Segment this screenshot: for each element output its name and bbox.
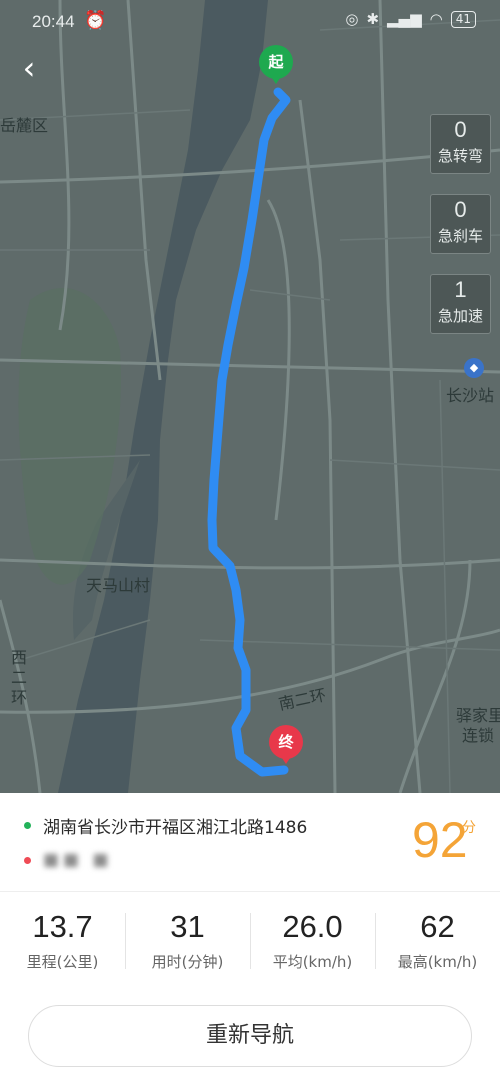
end-address: ■■ ■: [43, 850, 113, 870]
divider: [0, 891, 500, 892]
route-line: [207, 87, 291, 777]
status-time: 20:44: [32, 12, 75, 31]
alarm-icon: ⏰: [84, 10, 107, 31]
rapid-accel-count: 1: [454, 277, 467, 302]
metric-value: 26.0: [282, 909, 343, 944]
renavigate-button[interactable]: 重新导航: [28, 1005, 472, 1067]
station-icon: ◆: [464, 358, 484, 378]
status-icons: ◎ ✱ ▂▄▆ ◠ 41: [345, 10, 476, 28]
map-label-west-ring: 西二环: [10, 648, 27, 707]
metric-distance: 13.7 里程(公里): [0, 907, 125, 977]
score-unit: 分: [462, 820, 476, 836]
map-label-tianmashan: 天马山村: [86, 576, 151, 595]
start-pin[interactable]: 起: [259, 45, 293, 84]
end-address-row: ■■ ■: [24, 850, 113, 870]
end-pin[interactable]: 终: [269, 725, 303, 764]
trip-metrics: 13.7 里程(公里) 31 用时(分钟) 26.0 平均(km/h) 62 最…: [0, 907, 500, 977]
status-bar: 20:44 ⏰ ◎ ✱ ▂▄▆ ◠ 41: [0, 0, 500, 44]
signal-icon: ▂▄▆: [387, 10, 422, 28]
start-address: 湖南省长沙市开福区湘江北路1486: [43, 818, 308, 838]
trip-summary-panel: 湖南省长沙市开福区湘江北路1486 ■■ ■ 92 分 13.7 里程(公里) …: [0, 793, 500, 1084]
back-button[interactable]: ‹: [12, 52, 46, 86]
metric-value: 13.7: [32, 909, 93, 944]
hard-brake-label: 急刹车: [437, 227, 483, 245]
end-dot-icon: [24, 856, 31, 864]
metric-duration: 31 用时(分钟): [125, 907, 250, 977]
metric-label: 最高(km/h): [397, 953, 478, 971]
metric-max-speed: 62 最高(km/h): [375, 907, 500, 977]
sharp-turn-counter: 0 急转弯: [430, 114, 491, 174]
rapid-accel-label: 急加速: [437, 307, 483, 325]
wifi-icon: ◠: [429, 10, 443, 28]
map-label-station: 长沙站: [446, 386, 495, 405]
route-map[interactable]: 20:44 ⏰ ◎ ✱ ▂▄▆ ◠ 41 ‹ 岳麓区 长沙站 ◆ 天马山村 南二…: [0, 0, 500, 793]
driving-score: 92 分: [412, 812, 476, 868]
rapid-accel-counter: 1 急加速: [430, 274, 491, 334]
hard-brake-count: 0: [454, 197, 467, 222]
map-label-district: 岳麓区: [0, 116, 49, 135]
metric-label: 里程(公里): [26, 953, 99, 971]
bluetooth-icon: ✱: [366, 10, 380, 28]
sharp-turn-count: 0: [454, 117, 467, 142]
metric-value: 31: [170, 909, 205, 944]
start-address-row: 湖南省长沙市开福区湘江北路1486: [24, 813, 307, 838]
metric-average-speed: 26.0 平均(km/h): [250, 907, 375, 977]
chevron-left-icon: ‹: [22, 49, 36, 87]
battery-icon: 41: [450, 10, 476, 28]
map-canvas: [0, 0, 500, 793]
start-dot-icon: [24, 822, 31, 829]
metric-value: 62: [420, 909, 455, 944]
metric-label: 用时(分钟): [151, 953, 224, 971]
metric-label: 平均(km/h): [272, 953, 353, 971]
sharp-turn-label: 急转弯: [437, 147, 483, 165]
map-label-yijia-2: 连锁: [462, 726, 495, 745]
hard-brake-counter: 0 急刹车: [430, 194, 491, 254]
score-value: 92: [412, 812, 468, 868]
hotspot-icon: ◎: [345, 10, 359, 28]
